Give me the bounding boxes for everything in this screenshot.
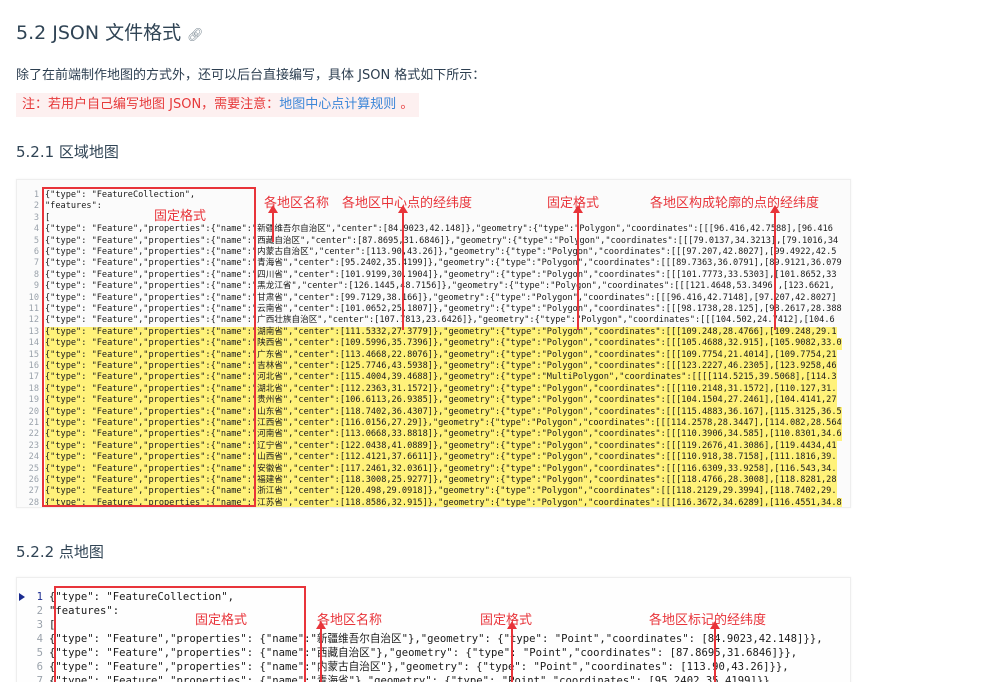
line-number: 3 xyxy=(36,619,43,631)
line-number: 4 xyxy=(36,633,43,645)
line-number: 15 xyxy=(28,349,39,360)
line-number: 13 xyxy=(28,326,39,337)
annotation-fixed-format: 固定格式 xyxy=(154,209,207,224)
line-number: 8 xyxy=(33,269,39,280)
arrow-center xyxy=(398,205,408,330)
line-number: 6 xyxy=(36,661,43,673)
intro-paragraph: 除了在前端制作地图的方式外，还可以后台直接编写，具体 JSON 格式如下所示： xyxy=(16,68,486,83)
line-number: 18 xyxy=(28,383,39,394)
annotation-region-name: 各地区名称 xyxy=(317,613,383,628)
line-number: 7 xyxy=(33,258,39,269)
line-number: 1 xyxy=(33,190,39,200)
line-number: 12 xyxy=(28,315,39,326)
line-number: 2 xyxy=(33,201,39,212)
line-number: 23 xyxy=(28,440,39,451)
region-map-code-image: 1 {"type": "FeatureCollection", 2 "features… xyxy=(16,179,851,508)
section-title: 5.2 JSON 文件格式 🔗︎ xyxy=(16,18,204,45)
line-number: 2 xyxy=(36,605,43,617)
line-number: 5 xyxy=(36,647,43,659)
line-number: 19 xyxy=(28,395,39,406)
notice-box: 注：若用户自己编写地图 JSON，需要注意：地图中心点计算规则 。 xyxy=(16,93,420,117)
annotation-fixed-format-2: 固定格式 xyxy=(480,613,533,628)
annotation-coords: 各地区标记的经纬度 xyxy=(649,613,767,628)
line-number: 27 xyxy=(28,486,39,497)
line-number: 9 xyxy=(33,281,39,292)
line-number: 17 xyxy=(28,372,39,383)
fixed-format-box xyxy=(54,586,306,682)
center-rule-link[interactable]: 地图中心点计算规则 xyxy=(279,97,396,112)
arrow-coords xyxy=(710,621,720,682)
arrow-fixed-format-2 xyxy=(507,621,517,682)
fixed-format-box xyxy=(42,187,256,507)
line-number: 11 xyxy=(28,304,39,314)
line-number: 26 xyxy=(28,475,39,485)
arrow-outline xyxy=(770,205,780,330)
line-number: 28 xyxy=(28,497,39,508)
line-number: 24 xyxy=(28,452,39,463)
line-number: 7 xyxy=(36,675,43,682)
annotation-outline: 各地区构成轮廓的点的经纬度 xyxy=(650,196,820,211)
line-number: 20 xyxy=(28,406,39,417)
line-number: 21 xyxy=(28,418,39,428)
notice-suffix: 。 xyxy=(396,97,414,112)
notice-prefix: 注：若用户自己编写地图 JSON，需要注意： xyxy=(22,97,280,112)
section-title-text: 5.2 JSON 文件格式 xyxy=(16,22,182,44)
arrow-fixed-format-2 xyxy=(573,205,583,330)
subsection-title-region-map: 5.2.1 区域地图 xyxy=(16,143,119,161)
point-map-code-image: 1 {"type": "FeatureCollection", 2 "features… xyxy=(16,577,851,682)
line-number: 16 xyxy=(28,361,39,371)
line-number: 6 xyxy=(33,247,39,257)
arrow-region-name xyxy=(268,205,278,242)
line-number: 25 xyxy=(28,463,39,474)
line-number: 22 xyxy=(28,429,39,440)
line-number: 3 xyxy=(33,212,39,223)
arrow-region-name xyxy=(316,621,326,682)
subsection-title-point-map: 5.2.2 点地图 xyxy=(16,543,104,561)
line-number: 10 xyxy=(28,292,39,303)
cursor-arrow-icon xyxy=(19,593,25,601)
line-number: 5 xyxy=(33,235,39,246)
line-number: 14 xyxy=(28,338,39,349)
link-icon[interactable]: 🔗︎ xyxy=(187,28,204,43)
line-number: 4 xyxy=(33,224,39,235)
annotation-fixed-format: 固定格式 xyxy=(195,613,248,628)
